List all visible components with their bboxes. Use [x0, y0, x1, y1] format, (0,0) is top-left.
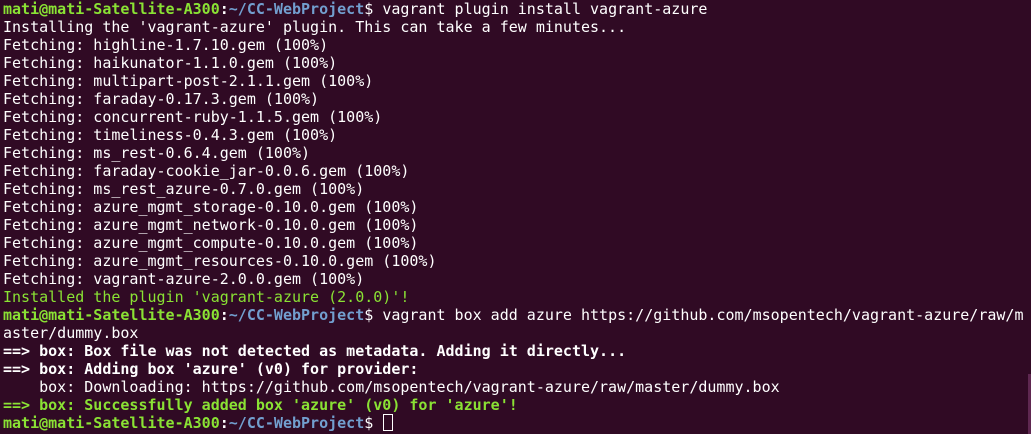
box-output-line: ==> box: Successfully added box 'azure' … [3, 396, 1031, 414]
command-wrap-line: aster/dummy.box [3, 324, 139, 342]
fetch-line: Fetching: azure_mgmt_network-0.10.0.gem … [3, 216, 419, 234]
prompt-colon: : [219, 414, 229, 432]
prompt-line: mati@mati-Satellite-A300:~/CC-WebProject… [3, 306, 1031, 324]
prompt-dollar: $ [364, 306, 383, 324]
prompt-user-host: mati@mati-Satellite-A300 [3, 0, 220, 18]
prompt-path: ~/CC-WebProject [228, 414, 365, 432]
fetch-line: Fetching: azure_mgmt_storage-0.10.0.gem … [3, 198, 419, 216]
output-line: Installing the 'vagrant-azure' plugin. T… [3, 18, 627, 36]
prompt-line[interactable]: mati@mati-Satellite-A300:~/CC-WebProject… [3, 414, 1031, 432]
arrow-marker: ==> [3, 360, 40, 378]
fetch-line: Fetching: vagrant-azure-2.0.0.gem (100%) [3, 270, 365, 288]
prompt-user-host: mati@mati-Satellite-A300 [3, 414, 220, 432]
fetch-line: Fetching: highline-1.7.10.gem (100%) [3, 36, 329, 54]
fetch-line: Fetching: azure_mgmt_resources-0.10.0.ge… [3, 252, 437, 270]
box-output-line: ==> box: Adding box 'azure' (v0) for pro… [3, 360, 1031, 378]
prompt-dollar: $ [364, 0, 383, 18]
box-success-message: box: Successfully added box 'azure' (v0)… [39, 396, 518, 414]
prompt-line: mati@mati-Satellite-A300:~/CC-WebProject… [3, 0, 1031, 18]
fetch-line: Fetching: faraday-0.17.3.gem (100%) [3, 90, 320, 108]
arrow-marker: ==> [3, 396, 40, 414]
fetch-line: Fetching: ms_rest_azure-0.7.0.gem (100%) [3, 180, 365, 198]
prompt-path: ~/CC-WebProject [228, 0, 365, 18]
fetch-line: Fetching: haikunator-1.1.0.gem (100%) [3, 54, 338, 72]
text-cursor[interactable] [383, 414, 394, 431]
command-text: vagrant box add azure https://github.com… [382, 306, 1024, 324]
fetch-line: Fetching: multipart-post-2.1.1.gem (100%… [3, 72, 374, 90]
prompt-colon: : [219, 306, 229, 324]
installed-message: Installed the plugin 'vagrant-azure (2.0… [3, 288, 410, 306]
fetch-line: Fetching: ms_rest-0.6.4.gem (100%) [3, 144, 311, 162]
box-download-line: box: Downloading: https://github.com/mso… [3, 378, 780, 396]
command-text: vagrant plugin install vagrant-azure [382, 0, 708, 18]
arrow-marker: ==> [3, 342, 40, 360]
prompt-user-host: mati@mati-Satellite-A300 [3, 306, 220, 324]
box-message: box: Adding box 'azure' (v0) for provide… [39, 360, 419, 378]
fetch-line: Fetching: timeliness-0.4.3.gem (100%) [3, 126, 338, 144]
box-message: box: Box file was not detected as metada… [39, 342, 627, 360]
prompt-dollar: $ [364, 414, 383, 432]
box-output-line: ==> box: Box file was not detected as me… [3, 342, 1031, 360]
fetch-line: Fetching: concurrent-ruby-1.1.5.gem (100… [3, 108, 383, 126]
prompt-colon: : [219, 0, 229, 18]
fetch-line: Fetching: faraday-cookie_jar-0.0.6.gem (… [3, 162, 410, 180]
prompt-path: ~/CC-WebProject [228, 306, 365, 324]
fetch-line: Fetching: azure_mgmt_compute-0.10.0.gem … [3, 234, 419, 252]
terminal-window[interactable]: mati@mati-Satellite-A300:~/CC-WebProject… [0, 0, 1031, 434]
